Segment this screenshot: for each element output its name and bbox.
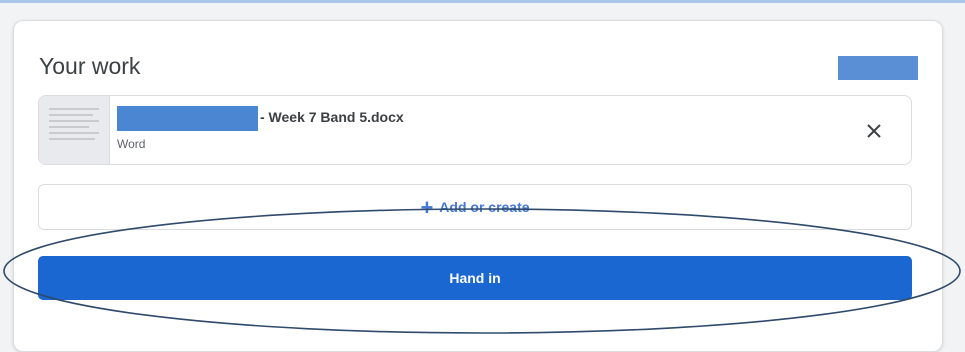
status-redaction-box — [838, 56, 918, 80]
add-or-create-label: Add or create — [439, 199, 530, 215]
attachment-file-type: Word — [117, 137, 146, 151]
close-icon — [867, 124, 881, 138]
add-or-create-button[interactable]: + Add or create — [38, 184, 912, 230]
attachment-card[interactable]: - Week 7 Band 5.docx Word — [38, 95, 912, 165]
hand-in-button[interactable]: Hand in — [38, 256, 912, 300]
your-work-title: Your work — [39, 53, 141, 79]
top-border-strip — [0, 0, 965, 3]
file-name-redaction — [117, 106, 258, 131]
attachment-file-name[interactable]: - Week 7 Band 5.docx — [260, 109, 404, 125]
file-thumbnail — [39, 96, 110, 164]
plus-icon: + — [420, 195, 434, 221]
remove-attachment-button[interactable] — [859, 116, 889, 146]
